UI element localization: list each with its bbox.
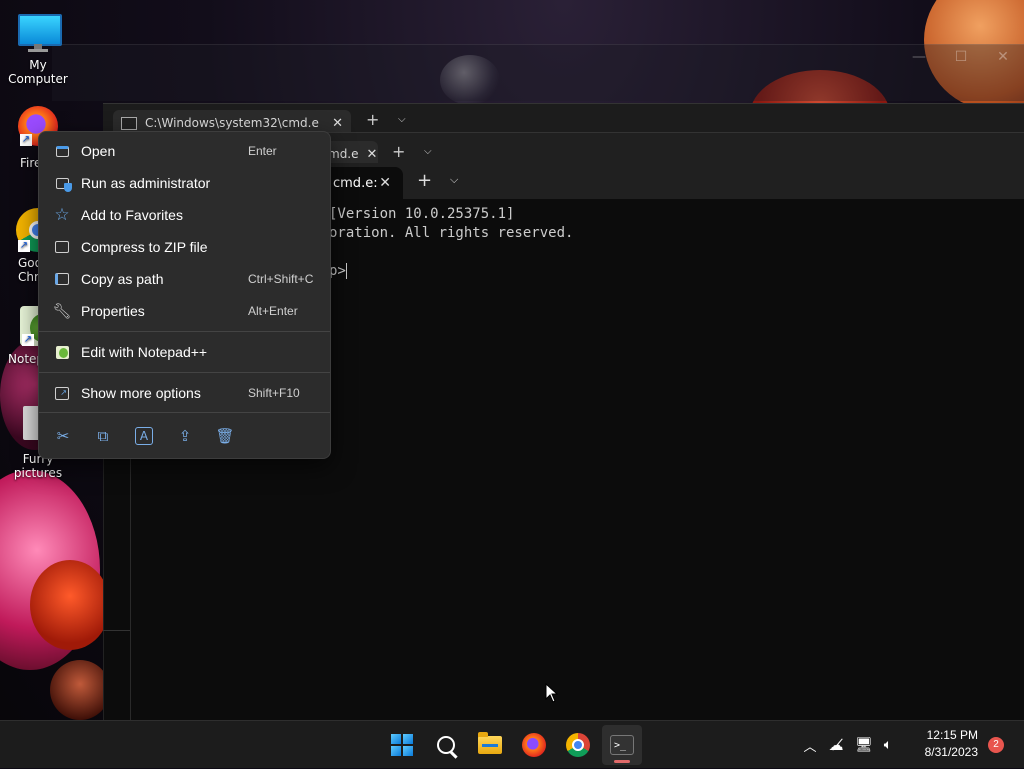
menu-item-label: Compress to ZIP file (81, 239, 208, 255)
star-icon: ☆ (54, 205, 70, 225)
menu-separator (39, 331, 330, 332)
notification-badge[interactable]: 2 (988, 737, 1004, 753)
shortcut-arrow-icon: ↗ (22, 334, 34, 346)
menu-item-open[interactable]: Open Enter (43, 136, 326, 166)
firefox-button[interactable] (514, 725, 554, 765)
start-icon (391, 734, 413, 756)
chevron-down-icon[interactable]: ⌵ (450, 173, 458, 187)
menu-item-label: Open (81, 143, 116, 159)
background-terminal-window[interactable]: C:\Windows\system32\cmd.e ✕ + ⌵ (103, 103, 1024, 136)
menu-separator (39, 372, 330, 373)
file-explorer-button[interactable] (470, 725, 510, 765)
menu-item-properties[interactable]: 🔧︎ Properties Alt+Enter (43, 296, 326, 326)
clock[interactable]: 12:15 PM 8/31/2023 (925, 727, 978, 761)
start-button[interactable] (382, 725, 422, 765)
chrome-icon (566, 733, 590, 757)
copy-icon[interactable]: ⧉ (88, 421, 118, 451)
path-icon (53, 270, 71, 288)
new-tab-icon[interactable]: + (392, 142, 405, 161)
chevron-down-icon[interactable]: ⌵ (398, 114, 406, 125)
menu-item-copy-as-path[interactable]: Copy as path Ctrl+Shift+C (43, 264, 326, 294)
close-tab-icon[interactable]: ✕ (367, 147, 378, 162)
desktop-icon-my-computer[interactable]: My Computer (0, 8, 76, 86)
taskbar: >_ ︿ ☁̸ 🖥︎ 🔈︎ 12:15 PM 8/31/2023 2 (0, 720, 1024, 768)
menu-item-shortcut: Ctrl+Shift+C (248, 272, 314, 286)
clock-time: 12:15 PM (926, 728, 978, 742)
network-icon[interactable]: 🖥︎ (852, 737, 876, 753)
menu-item-show-more-options[interactable]: ↗ Show more options Shift+F10 (43, 378, 326, 408)
notepadpp-icon (53, 343, 71, 361)
share-icon[interactable]: ⇪ (170, 421, 200, 451)
new-tab-icon[interactable]: + (417, 170, 432, 191)
delete-icon[interactable]: 🗑︎ (210, 421, 240, 451)
search-icon (437, 736, 455, 754)
chevron-down-icon[interactable]: ⌵ (424, 146, 432, 157)
context-menu-quick-actions: ✂ ⧉ A ⇪ 🗑︎ (43, 420, 326, 452)
wallpaper-blob (50, 660, 110, 720)
close-button[interactable]: ✕ (982, 49, 1024, 65)
menu-item-label: Add to Favorites (81, 207, 183, 223)
computer-icon (16, 8, 62, 52)
mouse-cursor (545, 682, 559, 707)
file-explorer-icon (478, 732, 502, 754)
menu-separator (39, 412, 330, 413)
menu-item-compress-to-zip[interactable]: Compress to ZIP file (43, 232, 326, 262)
firefox-icon (522, 733, 546, 757)
background-tab-title: C:\Windows\system32\cmd.e (145, 116, 319, 130)
menu-item-shortcut: Enter (248, 144, 277, 158)
zip-icon (53, 238, 71, 256)
open-window-icon (53, 142, 71, 160)
minimize-button[interactable]: — (898, 49, 940, 65)
window-caption-buttons: — ☐ ✕ (898, 49, 1024, 65)
prompt-text: p> (329, 263, 346, 279)
more-options-icon: ↗ (53, 384, 71, 402)
menu-item-edit-with-notepadpp[interactable]: Edit with Notepad++ (43, 337, 326, 367)
menu-item-label: Edit with Notepad++ (81, 344, 208, 360)
divider (103, 630, 130, 631)
wallpaper-blob (30, 560, 110, 650)
menu-item-run-as-administrator[interactable]: Run as administrator (43, 168, 326, 198)
maximize-button[interactable]: ☐ (940, 49, 982, 65)
rename-icon[interactable]: A (135, 427, 153, 445)
onedrive-offline-icon[interactable]: ☁̸ (820, 736, 852, 754)
terminal-tab-title: cmd.e: (333, 175, 378, 191)
close-tab-icon[interactable]: ✕ (332, 116, 343, 131)
shield-icon (53, 174, 72, 192)
close-tab-icon[interactable]: ✕ (379, 175, 391, 191)
clock-date: 8/31/2023 (924, 745, 978, 759)
shortcut-arrow-icon: ↗ (20, 134, 32, 146)
terminal-icon: >_ (610, 735, 634, 755)
new-tab-icon[interactable]: + (366, 110, 379, 129)
terminal-button[interactable]: >_ (602, 725, 642, 765)
text-cursor (345, 263, 347, 279)
search-button[interactable] (426, 725, 466, 765)
wrench-icon: 🔧︎ (52, 302, 72, 320)
volume-icon[interactable]: 🔈︎ (876, 737, 900, 753)
background-tab-title: md.e (328, 147, 359, 161)
menu-item-add-to-favorites[interactable]: ☆ Add to Favorites (43, 200, 326, 230)
menu-item-shortcut: Shift+F10 (248, 386, 300, 400)
menu-item-shortcut: Alt+Enter (248, 304, 298, 318)
cut-icon[interactable]: ✂ (48, 421, 78, 451)
shortcut-arrow-icon: ↗ (18, 240, 30, 252)
show-hidden-icons-chevron-icon[interactable]: ︿ (800, 736, 820, 755)
desktop-icon-label: My Computer (8, 58, 68, 86)
terminal-tab-icon (121, 116, 137, 130)
background-window[interactable]: — ☐ ✕ (52, 44, 1024, 101)
context-menu: Open Enter Run as administrator ☆ Add to… (38, 131, 331, 459)
menu-item-label: Run as administrator (81, 175, 211, 191)
chrome-button[interactable] (558, 725, 598, 765)
system-tray: ︿ ☁̸ 🖥︎ 🔈︎ (800, 721, 900, 769)
